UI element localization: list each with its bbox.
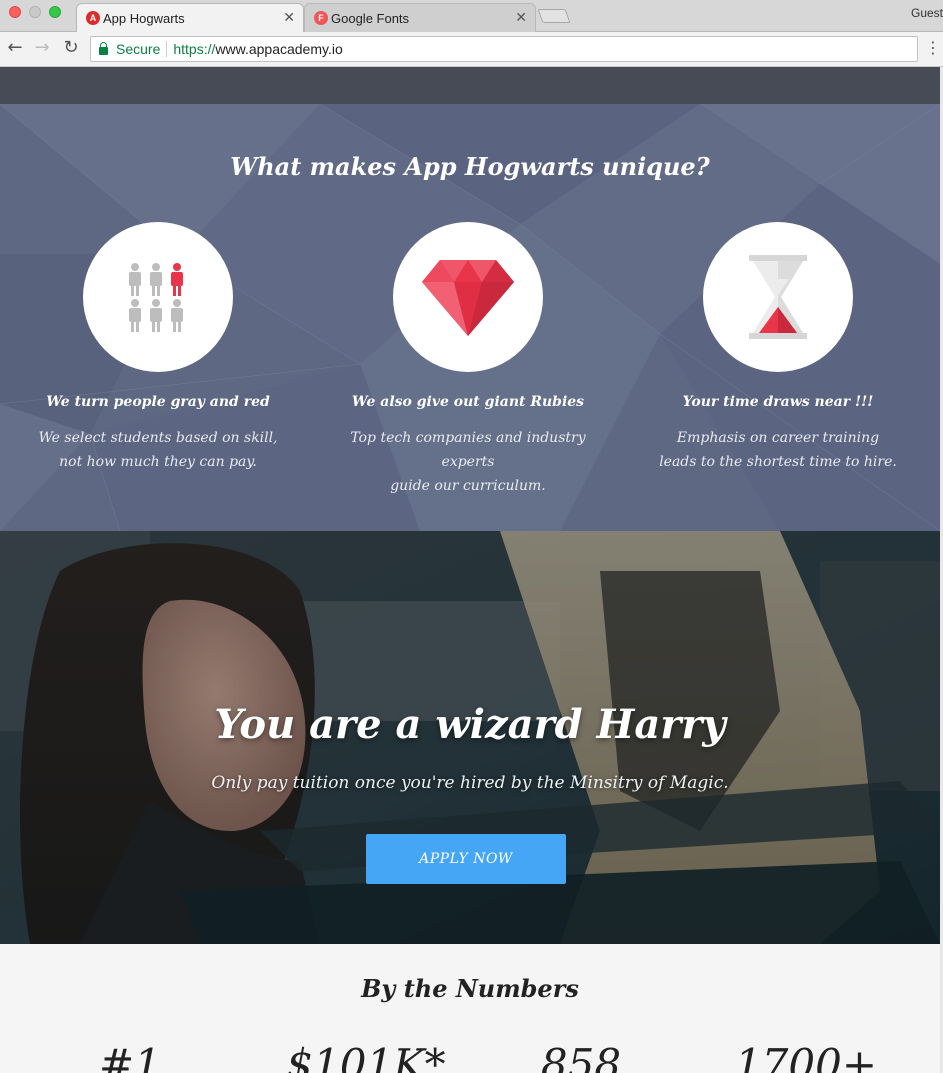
numbers-section: By the Numbers #1 $101K* 858 1700+ <box>0 944 940 1073</box>
browser-tab-bar: A App Hogwarts ✕ F Google Fonts ✕ Guest <box>0 0 943 32</box>
hero-section: You are a wizard Harry Only pay tuition … <box>0 531 940 944</box>
stat-value: 858 <box>540 1040 622 1073</box>
feature-people: We turn people gray and red We select st… <box>8 222 308 474</box>
unique-title: What makes App Hogwarts unique? <box>230 152 710 181</box>
feature-heading: We turn people gray and red <box>46 394 270 410</box>
feature-description: We select students based on skill, not h… <box>8 426 308 474</box>
forward-arrow-icon[interactable]: → <box>31 38 53 58</box>
feature-circle <box>393 222 543 372</box>
tab-app-hogwarts[interactable]: A App Hogwarts ✕ <box>76 3 304 32</box>
ruby-icon <box>422 260 514 336</box>
unique-section: What makes App Hogwarts unique? We turn … <box>0 104 940 531</box>
stat-value: 1700+ <box>734 1040 878 1073</box>
feature-description: Emphasis on career training leads to the… <box>628 426 928 474</box>
google-fonts-favicon-icon: F <box>314 11 328 25</box>
back-arrow-icon[interactable]: ← <box>4 38 26 58</box>
angular-favicon-icon: A <box>86 11 100 25</box>
profile-name[interactable]: Guest <box>911 6 943 20</box>
feature-text-line: We select students based on skill, <box>38 430 278 446</box>
secure-label: Secure <box>116 41 161 57</box>
feature-heading: Your time draws near !!! <box>682 394 874 410</box>
feature-hourglass: Your time draws near !!! Emphasis on car… <box>628 222 928 474</box>
site-header <box>0 67 940 104</box>
hero-title: You are a wizard Harry <box>214 701 726 748</box>
close-icon[interactable]: ✕ <box>283 9 295 26</box>
feature-description: Top tech companies and industry experts … <box>318 426 618 498</box>
lock-icon <box>99 41 108 55</box>
new-tab-button[interactable] <box>537 9 571 23</box>
apply-now-button[interactable]: APPLY NOW <box>366 834 566 884</box>
people-icon <box>129 263 183 332</box>
feature-text-line: leads to the shortest time to hire. <box>659 454 897 470</box>
reload-icon[interactable]: ↻ <box>60 38 82 58</box>
feature-text-line: Top tech companies and industry experts <box>350 430 586 470</box>
window-minimize-button[interactable] <box>29 6 41 18</box>
menu-icon[interactable]: ⋮ <box>925 38 941 58</box>
tab-title: App Hogwarts <box>103 10 185 26</box>
url-host: www.appacademy.io <box>215 41 343 57</box>
hero-subtitle: Only pay tuition once you're hired by th… <box>211 773 729 793</box>
stat-value: $101K* <box>286 1040 446 1073</box>
close-icon[interactable]: ✕ <box>515 9 527 26</box>
feature-text-line: guide our curriculum. <box>390 478 546 494</box>
feature-circle <box>83 222 233 372</box>
feature-circle <box>703 222 853 372</box>
feature-text-line: not how much they can pay. <box>59 454 257 470</box>
window-zoom-button[interactable] <box>49 6 61 18</box>
hourglass-icon <box>749 255 807 339</box>
web-page: What makes App Hogwarts unique? We turn … <box>0 67 940 1073</box>
url-scheme: https:// <box>173 41 216 57</box>
feature-text-line: Emphasis on career training <box>676 430 880 446</box>
window-close-button[interactable] <box>9 6 21 18</box>
stat-value: #1 <box>99 1040 161 1073</box>
feature-ruby: We also give out giant Rubies Top tech c… <box>318 222 618 498</box>
tab-title: Google Fonts <box>331 10 410 26</box>
divider <box>166 41 168 57</box>
feature-heading: We also give out giant Rubies <box>351 394 585 410</box>
address-bar[interactable]: Secure https:// www.appacademy.io <box>90 36 918 62</box>
numbers-title: By the Numbers <box>361 974 579 1003</box>
tab-google-fonts[interactable]: F Google Fonts ✕ <box>304 3 536 32</box>
browser-toolbar: ← → ↻ Secure https:// www.appacademy.io … <box>0 32 943 67</box>
